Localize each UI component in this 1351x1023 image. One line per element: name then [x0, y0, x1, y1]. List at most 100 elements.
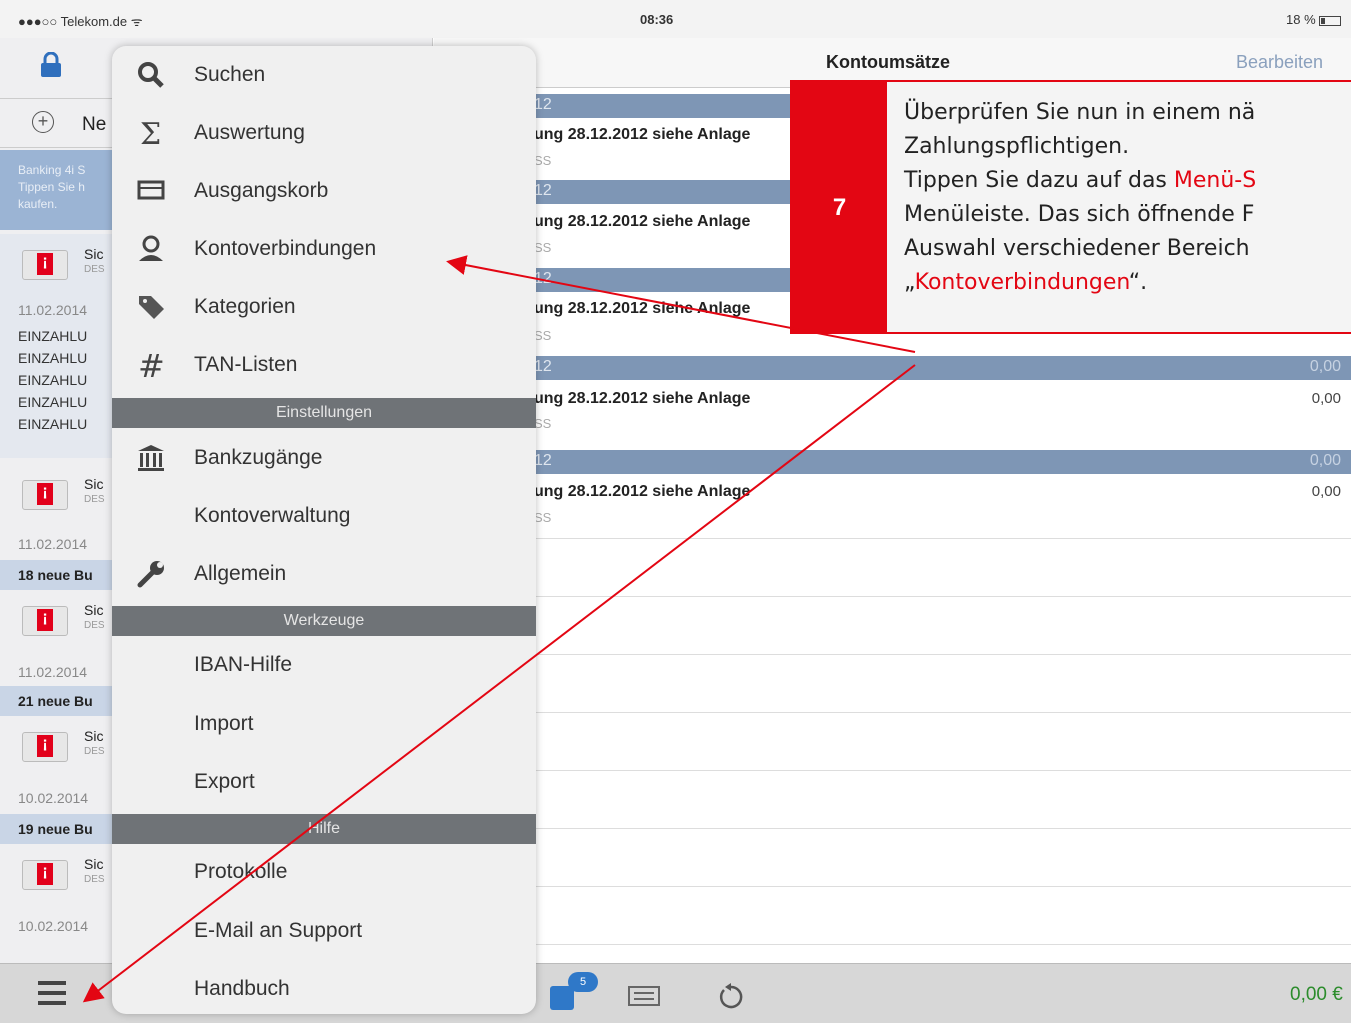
total-balance: 0,00 €	[1290, 984, 1343, 1005]
battery-icon	[1318, 15, 1341, 26]
instruction-text: Überprüfen Sie nun in einem nä Zahlungsp…	[904, 96, 1351, 300]
account-name: Sic	[84, 856, 104, 872]
account-name: Sic	[84, 602, 104, 618]
list-icon[interactable]	[628, 986, 660, 1006]
menu-item-protokolle[interactable]: Protokolle	[112, 843, 536, 901]
date-label: 12	[534, 96, 552, 113]
transaction-amount: 0,00	[1311, 390, 1341, 407]
instruction-line: „Kontoverbindungen“.	[904, 266, 1351, 300]
battery-indicator: 18 %	[1286, 12, 1341, 27]
menu-item-allgemein[interactable]: Allgemein	[112, 545, 536, 603]
transaction-date-header: 12 0,00	[434, 356, 1351, 380]
instruction-line: Überprüfen Sie nun in einem nä	[904, 100, 1256, 125]
hash-icon: #	[138, 350, 165, 380]
menu-item-tan-listen[interactable]: # TAN-Listen	[112, 336, 536, 394]
instruction-line: Menüleiste. Das sich öffnende F	[904, 202, 1255, 227]
account-date: 11.02.2014	[18, 664, 88, 680]
menu-item-label: IBAN-Hilfe	[194, 653, 293, 676]
account-entry: EINZAHLU	[18, 394, 88, 410]
account-date: 10.02.2014	[18, 918, 89, 934]
lock-icon[interactable]	[40, 52, 62, 78]
menu-item-label: E-Mail an Support	[194, 919, 363, 942]
menu-item-auswertung[interactable]: Σ Auswertung	[112, 104, 536, 162]
sparkasse-logo	[22, 480, 68, 510]
menu-item-label: Kategorien	[194, 295, 296, 318]
transaction-text[interactable]: ung 28.12.2012 siehe Anlage	[534, 213, 750, 231]
row-divider	[434, 944, 1351, 945]
row-divider	[434, 538, 1351, 539]
menu-item-kategorien[interactable]: Kategorien	[112, 278, 536, 336]
instruction-fragment: “.	[1128, 270, 1148, 295]
row-divider	[434, 828, 1351, 829]
battery-percent: 18 %	[1286, 12, 1316, 27]
new-account-label: Ne	[82, 114, 107, 135]
account-date: 11.02.2014	[18, 302, 88, 318]
transaction-text[interactable]: ung 28.12.2012 siehe Anlage	[534, 126, 750, 144]
menu-icon[interactable]	[38, 981, 66, 1007]
menu-item-import[interactable]: Import	[112, 695, 536, 753]
menu-item-ausgangskorb[interactable]: Ausgangskorb	[112, 162, 536, 220]
row-divider	[434, 712, 1351, 713]
edit-button[interactable]: Bearbeiten	[1236, 52, 1323, 73]
instruction-line: Auswahl verschiedener Bereich	[904, 236, 1250, 261]
menu-section-einstellungen: Einstellungen	[112, 398, 536, 428]
sparkasse-logo	[22, 606, 68, 636]
account-entry: EINZAHLU	[18, 328, 88, 344]
sparkasse-logo	[22, 860, 68, 890]
menu-section-werkzeuge: Werkzeuge	[112, 606, 536, 636]
account-name: Sic	[84, 246, 104, 262]
svg-text:#: #	[138, 350, 165, 380]
date-label: 12	[534, 452, 552, 469]
menu-item-label: Ausgangskorb	[194, 179, 329, 202]
transaction-amount: 0,00	[1311, 483, 1341, 500]
menu-item-label: Import	[194, 712, 254, 735]
menu-section-hilfe: Hilfe	[112, 814, 536, 844]
notification-badge: 5	[568, 972, 598, 992]
menu-item-label: Kontoverwaltung	[194, 504, 351, 527]
instruction-callout: 7 Überprüfen Sie nun in einem nä Zahlung…	[790, 80, 1351, 334]
clock: 08:36	[640, 12, 674, 27]
date-label: 12	[534, 358, 552, 375]
carrier-label: ●●●○○ Telekom.de ᯤ	[18, 14, 143, 29]
menu-item-kontoverbindungen[interactable]: Kontoverbindungen	[112, 220, 536, 278]
row-divider	[434, 654, 1351, 655]
account-iban: DES	[84, 494, 105, 505]
svg-text:Σ: Σ	[140, 118, 161, 148]
transaction-text[interactable]: ung 28.12.2012 siehe Anlage	[534, 300, 750, 318]
instruction-highlight: Menü-S	[1173, 168, 1257, 193]
date-label: 12	[534, 270, 552, 287]
menu-item-label: Export	[194, 770, 255, 793]
transaction-sub: SS	[534, 510, 552, 525]
bank-icon	[138, 445, 164, 471]
instruction-line: Zahlungspflichtigen.	[904, 134, 1130, 159]
transaction-text[interactable]: ung 28.12.2012 siehe Anlage	[534, 390, 750, 408]
step-number: 7	[792, 82, 887, 334]
menu-item-handbuch[interactable]: Handbuch	[112, 960, 536, 1014]
menu-item-label: Allgemein	[194, 562, 287, 585]
account-iban: DES	[84, 620, 105, 631]
menu-item-email-support[interactable]: E-Mail an Support	[112, 902, 536, 960]
account-date: 10.02.2014	[18, 790, 89, 806]
menu-item-kontoverwaltung[interactable]: Kontoverwaltung	[112, 487, 536, 545]
account-name: Sic	[84, 728, 104, 744]
account-entry: EINZAHLU	[18, 416, 88, 432]
row-divider	[434, 770, 1351, 771]
account-entry: EINZAHLU	[18, 350, 88, 366]
instruction-fragment: „	[904, 270, 915, 295]
refresh-icon[interactable]	[716, 982, 746, 1012]
menu-item-iban-hilfe[interactable]: IBAN-Hilfe	[112, 636, 536, 694]
menu-item-suchen[interactable]: Suchen	[112, 46, 536, 104]
account-iban: DES	[84, 746, 105, 757]
sparkasse-logo	[22, 250, 68, 280]
date-label: 12	[534, 182, 552, 199]
transaction-sub: SS	[534, 328, 552, 343]
instruction-line: Tippen Sie dazu auf das Menü-S	[904, 164, 1351, 198]
account-entry: EINZAHLU	[18, 372, 88, 388]
menu-item-export[interactable]: Export	[112, 753, 536, 811]
transaction-text[interactable]: ung 28.12.2012 siehe Anlage	[534, 483, 750, 501]
menu-item-label: Suchen	[194, 63, 266, 86]
tray-icon	[137, 180, 165, 200]
account-iban: DES	[84, 264, 105, 275]
tag-icon	[139, 296, 164, 319]
menu-item-bankzugaenge[interactable]: Bankzugänge	[112, 429, 536, 487]
